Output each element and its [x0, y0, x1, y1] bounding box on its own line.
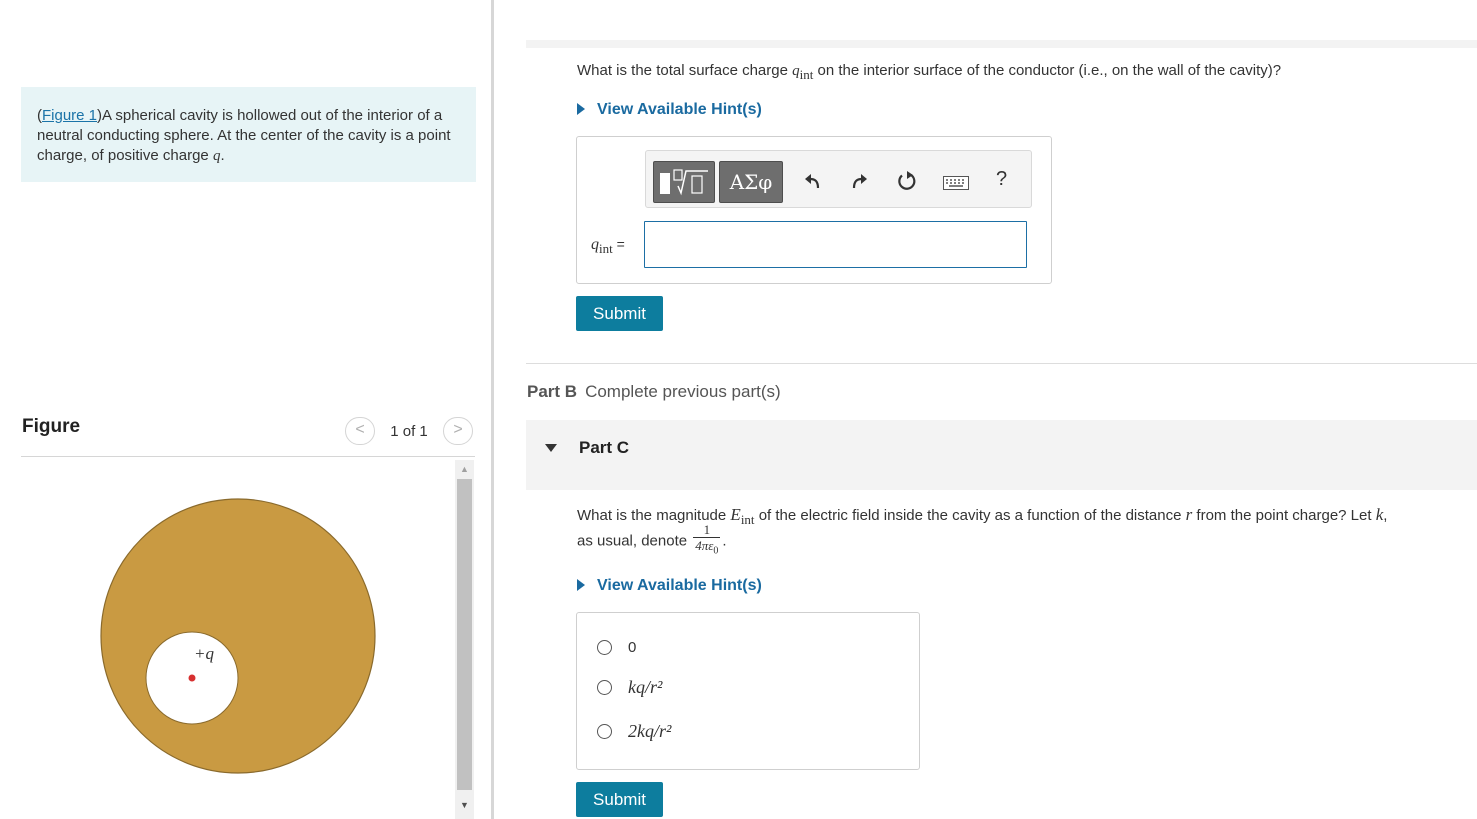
figure-counter: 1 of 1	[390, 423, 428, 440]
point-charge	[188, 674, 196, 682]
expand-triangle-icon	[577, 103, 585, 115]
expand-triangle-icon	[577, 579, 585, 591]
part-a-submit-button[interactable]: Submit	[576, 296, 663, 331]
part-a-question: What is the total surface charge qint on…	[577, 62, 1282, 82]
next-figure-button[interactable]: >	[443, 417, 473, 445]
part-c-header[interactable]: Part C	[526, 420, 1477, 490]
part-c-question-line2: as usual, denote 1 4πε0.	[577, 523, 727, 560]
radio-button[interactable]	[597, 680, 612, 695]
redo-icon[interactable]	[850, 172, 868, 194]
reset-icon[interactable]	[896, 170, 918, 196]
coulomb-fraction: 1 4πε0	[693, 522, 721, 557]
part-a-answer-box: ΑΣφ ? qint =	[576, 136, 1052, 284]
charge-label: +q	[194, 644, 214, 663]
conducting-sphere-figure: +q	[100, 498, 376, 774]
panel-divider[interactable]	[491, 0, 494, 819]
part-c-choices: 0 kq/r² 2kq/r²	[576, 612, 920, 770]
part-c-submit-button[interactable]: Submit	[576, 782, 663, 817]
scroll-thumb[interactable]	[457, 479, 472, 790]
part-a-top-bar	[526, 40, 1477, 48]
figure-scrollbar[interactable]: ▲ ▼	[455, 460, 474, 819]
templates-icon	[660, 169, 708, 196]
problem-intro: (Figure 1)A spherical cavity is hollowed…	[21, 87, 476, 182]
left-panel: (Figure 1)A spherical cavity is hollowed…	[0, 0, 492, 819]
figure-link[interactable]: Figure 1	[42, 107, 97, 124]
previous-figure-button[interactable]: <	[345, 417, 375, 445]
greek-symbols-button[interactable]: ΑΣφ	[719, 161, 783, 203]
scroll-up-arrow-icon[interactable]: ▲	[455, 460, 474, 478]
collapse-caret-icon[interactable]	[545, 444, 557, 452]
figure-title: Figure	[22, 416, 81, 437]
qint-answer-input[interactable]	[644, 221, 1027, 268]
part-c-hint-toggle[interactable]: View Available Hint(s)	[577, 577, 762, 595]
figure-divider	[21, 456, 475, 457]
radio-button[interactable]	[597, 640, 612, 655]
radio-button[interactable]	[597, 724, 612, 739]
part-b-separator	[526, 363, 1477, 364]
undo-icon[interactable]	[804, 172, 822, 194]
math-toolbar: ΑΣφ ?	[645, 150, 1032, 208]
help-button[interactable]: ?	[996, 168, 1007, 191]
math-template-button[interactable]	[653, 161, 715, 203]
answer-variable-label: qint =	[591, 236, 625, 257]
part-c-label: Part C	[579, 438, 630, 457]
part-b-header: Part B Complete previous part(s)	[527, 382, 781, 401]
keyboard-icon[interactable]	[943, 176, 969, 194]
figure-pager: < 1 of 1 >	[345, 417, 475, 445]
conducting-sphere	[100, 498, 376, 774]
part-a-hint-toggle[interactable]: View Available Hint(s)	[577, 101, 762, 119]
scroll-down-arrow-icon[interactable]: ▼	[455, 796, 474, 814]
